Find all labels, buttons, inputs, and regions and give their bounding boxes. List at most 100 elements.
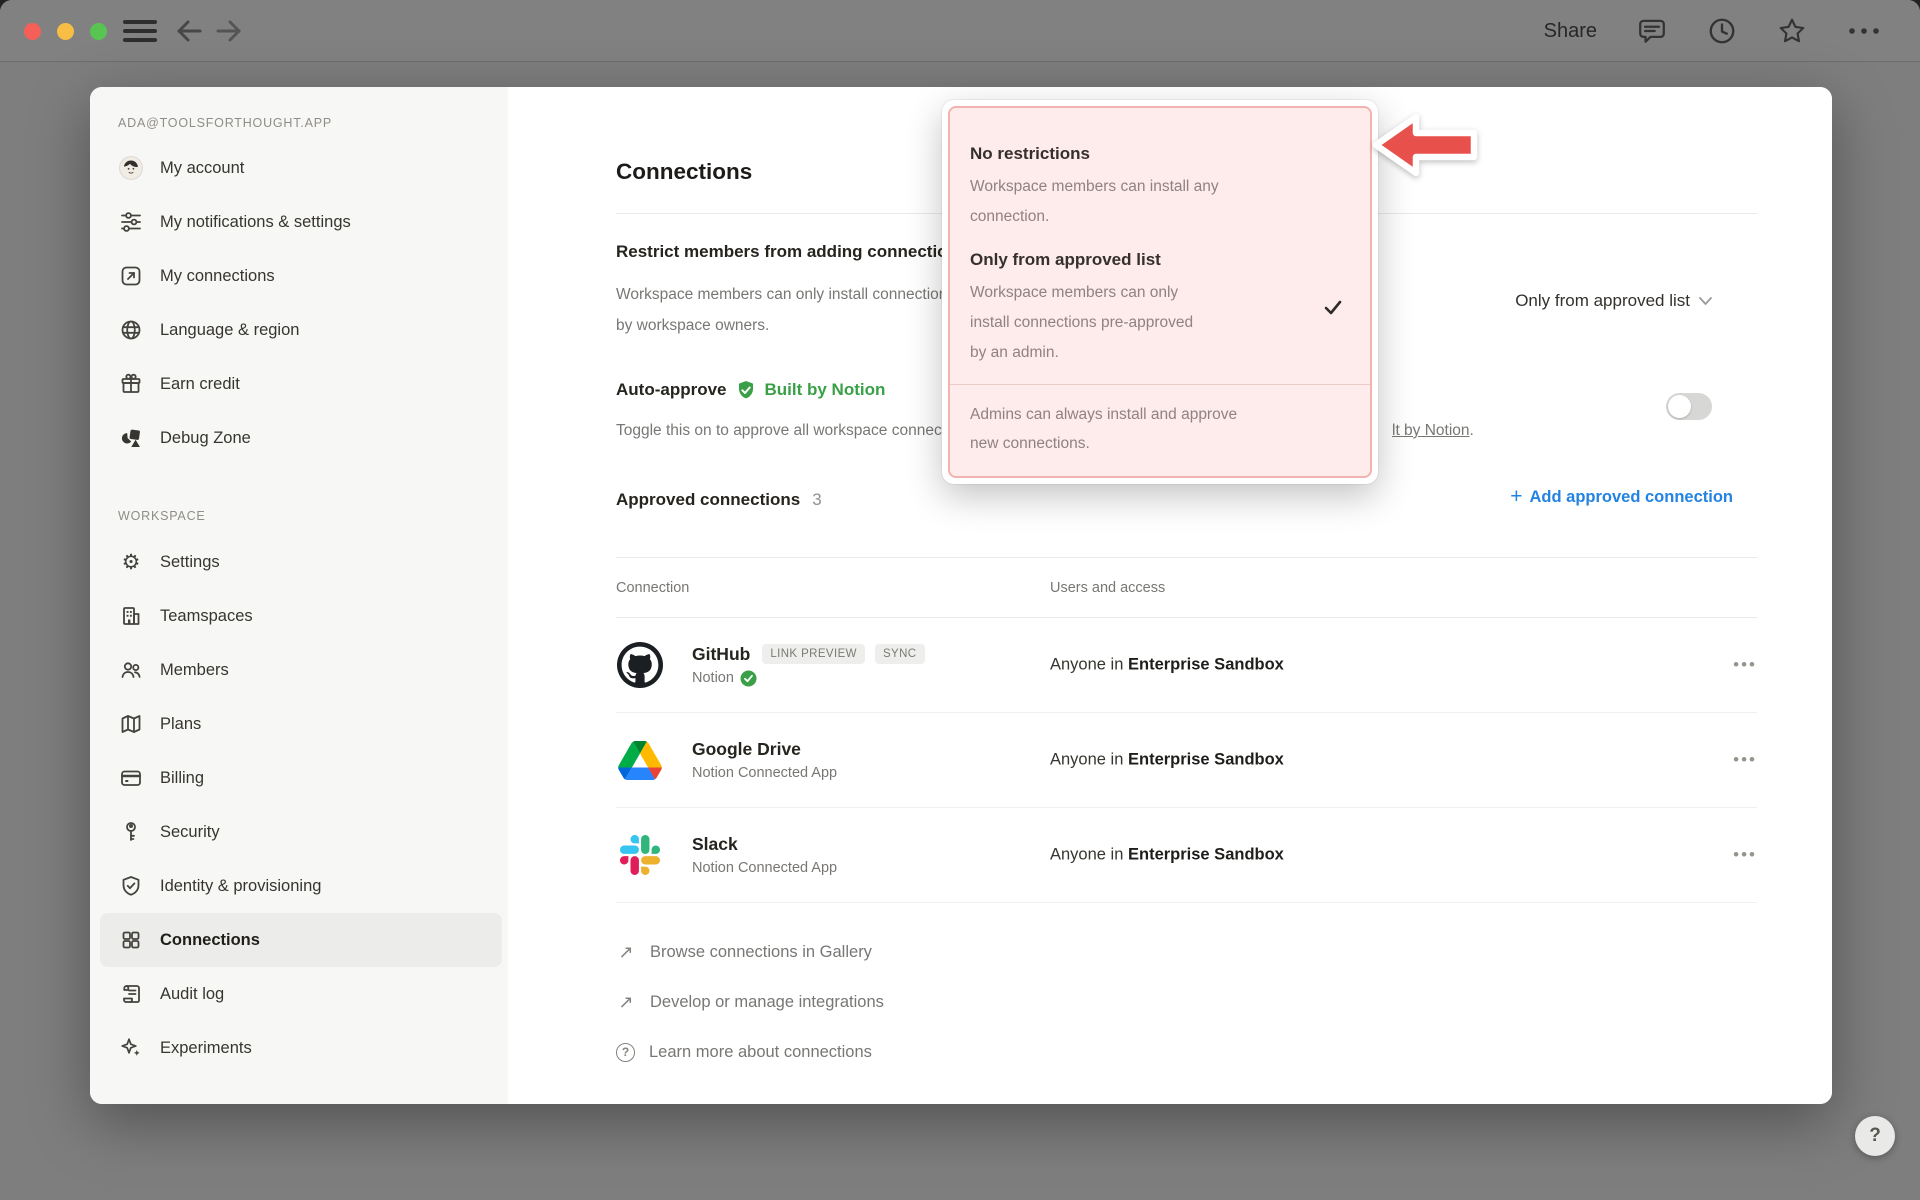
sidebar-item-label: Debug Zone — [160, 429, 251, 448]
restriction-select-value: Only from approved list — [1515, 291, 1690, 311]
sidebar-item-connections[interactable]: Connections — [100, 913, 502, 967]
table-row-google-drive: Google Drive Notion Connected App Anyone… — [616, 713, 1757, 808]
credit-card-icon — [118, 765, 144, 791]
key-icon — [118, 819, 144, 845]
share-button[interactable]: Share — [1544, 20, 1597, 43]
sidebar-item-label: Members — [160, 661, 229, 680]
learn-more-link[interactable]: ? Learn more about connections — [616, 1027, 1757, 1077]
more-options-icon[interactable] — [1847, 26, 1881, 36]
sidebar-item-label: Billing — [160, 769, 204, 788]
gift-icon — [118, 371, 144, 397]
sidebar-item-notifications-settings[interactable]: My notifications & settings — [90, 195, 508, 249]
sidebar-item-settings[interactable]: ⚙ Settings — [90, 535, 508, 589]
connection-name: Google Drive — [692, 739, 801, 760]
built-by-notion-link[interactable]: lt by Notion — [1392, 422, 1470, 439]
approved-connections-title: Approved connections — [616, 487, 800, 513]
sidebar-item-debug-zone[interactable]: Debug Zone — [90, 411, 508, 465]
updates-clock-icon[interactable] — [1707, 16, 1737, 46]
table-row-github: GitHub LINK PREVIEW SYNC Notion — [616, 618, 1757, 713]
row-more-options-icon[interactable]: ••• — [1733, 750, 1757, 770]
sidebar-item-plans[interactable]: Plans — [90, 697, 508, 751]
sliders-icon — [118, 209, 144, 235]
sidebar-item-teamspaces[interactable]: Teamspaces — [90, 589, 508, 643]
approved-connections-header: Approved connections 3 + Add approved co… — [616, 487, 1757, 513]
column-header-connection: Connection — [616, 580, 689, 596]
sidebar-item-label: My account — [160, 159, 244, 178]
footer-links: ↗ Browse connections in Gallery ↗ Develo… — [616, 927, 1757, 1077]
minimize-window-button[interactable] — [57, 23, 74, 40]
sidebar-item-label: Earn credit — [160, 375, 240, 394]
sidebar-item-my-account[interactable]: My account — [90, 141, 508, 195]
browse-gallery-link[interactable]: ↗ Browse connections in Gallery — [616, 927, 1757, 977]
sidebar-item-label: Identity & provisioning — [160, 877, 321, 896]
forward-arrow-icon[interactable] — [214, 17, 244, 45]
sync-badge: SYNC — [875, 644, 925, 664]
github-logo-icon — [616, 641, 664, 689]
link-preview-badge: LINK PREVIEW — [762, 644, 865, 664]
menu-option-no-restrictions[interactable]: No restrictions Workspace members can in… — [950, 108, 1370, 232]
sidebar-item-label: Security — [160, 823, 220, 842]
sidebar-item-label: Experiments — [160, 1039, 252, 1058]
sidebar-item-experiments[interactable]: Experiments — [90, 1021, 508, 1075]
hamburger-menu-icon[interactable] — [122, 20, 158, 42]
row-more-options-icon[interactable]: ••• — [1733, 845, 1757, 865]
sidebar-item-label: Connections — [160, 931, 260, 950]
comments-icon[interactable] — [1637, 16, 1667, 46]
question-circle-icon: ? — [616, 1043, 635, 1062]
popup-footer-note: Admins can always install and approve ne… — [950, 385, 1370, 458]
sidebar-item-members[interactable]: Members — [90, 643, 508, 697]
sidebar-item-earn-credit[interactable]: Earn credit — [90, 357, 508, 411]
sidebar-item-my-connections[interactable]: My connections — [90, 249, 508, 303]
google-drive-logo-icon — [616, 736, 664, 784]
sidebar-item-audit-log[interactable]: Audit log — [90, 967, 508, 1021]
workspace-section-heading: WORKSPACE — [90, 505, 508, 527]
verified-badge-icon — [740, 670, 757, 687]
scroll-icon — [118, 981, 144, 1007]
table-row-slack: Slack Notion Connected App Anyone in Ent… — [616, 808, 1757, 903]
sidebar-item-label: Settings — [160, 553, 220, 572]
globe-icon — [118, 317, 144, 343]
row-more-options-icon[interactable]: ••• — [1733, 655, 1757, 675]
plus-icon: + — [1510, 487, 1522, 507]
sidebar-item-billing[interactable]: Billing — [90, 751, 508, 805]
avatar — [118, 155, 144, 181]
sidebar-item-identity-provisioning[interactable]: Identity & provisioning — [90, 859, 508, 913]
sidebar-item-label: Audit log — [160, 985, 224, 1004]
sidebar-item-label: Plans — [160, 715, 201, 734]
help-button[interactable]: ? — [1855, 1116, 1895, 1156]
app-window: Share ADA@TOOLSFORTHOUGHT.APP — [0, 0, 1920, 1200]
favorite-star-icon[interactable] — [1777, 16, 1807, 46]
window-controls — [24, 23, 107, 40]
restriction-dropdown-menu: No restrictions Workspace members can in… — [942, 100, 1378, 484]
sidebar-item-label: My connections — [160, 267, 275, 286]
add-approved-connection-button[interactable]: + Add approved connection — [1510, 487, 1733, 507]
table-header-row: Connection Users and access — [616, 558, 1757, 618]
develop-integrations-link[interactable]: ↗ Develop or manage integrations — [616, 977, 1757, 1027]
access-cell: Anyone in Enterprise Sandbox — [1050, 846, 1284, 865]
restriction-select[interactable]: Only from approved list — [1515, 287, 1712, 315]
building-icon — [118, 603, 144, 629]
settings-sidebar: ADA@TOOLSFORTHOUGHT.APP My account My no… — [90, 87, 508, 1104]
back-arrow-icon[interactable] — [174, 17, 204, 45]
gear-icon: ⚙ — [118, 549, 144, 575]
approved-connections-table: Connection Users and access GitHub LINK … — [616, 557, 1757, 903]
menu-option-only-from-approved-list[interactable]: Only from approved list Workspace member… — [950, 246, 1370, 368]
zoom-window-button[interactable] — [90, 23, 107, 40]
shield-check-green-icon — [736, 380, 756, 400]
slack-logo-icon — [616, 831, 664, 879]
auto-approve-toggle[interactable] — [1666, 393, 1712, 420]
people-icon — [118, 657, 144, 683]
account-email: ADA@TOOLSFORTHOUGHT.APP — [90, 111, 508, 135]
sidebar-item-label: My notifications & settings — [160, 213, 351, 232]
connection-name: GitHub — [692, 644, 750, 665]
shield-check-icon — [118, 873, 144, 899]
sidebar-item-label: Teamspaces — [160, 607, 253, 626]
close-window-button[interactable] — [24, 23, 41, 40]
sidebar-item-language-region[interactable]: Language & region — [90, 303, 508, 357]
approved-connections-count: 3 — [812, 490, 821, 510]
sidebar-item-security[interactable]: Security — [90, 805, 508, 859]
access-cell: Anyone in Enterprise Sandbox — [1050, 656, 1284, 675]
shapes-icon — [118, 425, 144, 451]
access-cell: Anyone in Enterprise Sandbox — [1050, 751, 1284, 770]
map-icon — [118, 711, 144, 737]
